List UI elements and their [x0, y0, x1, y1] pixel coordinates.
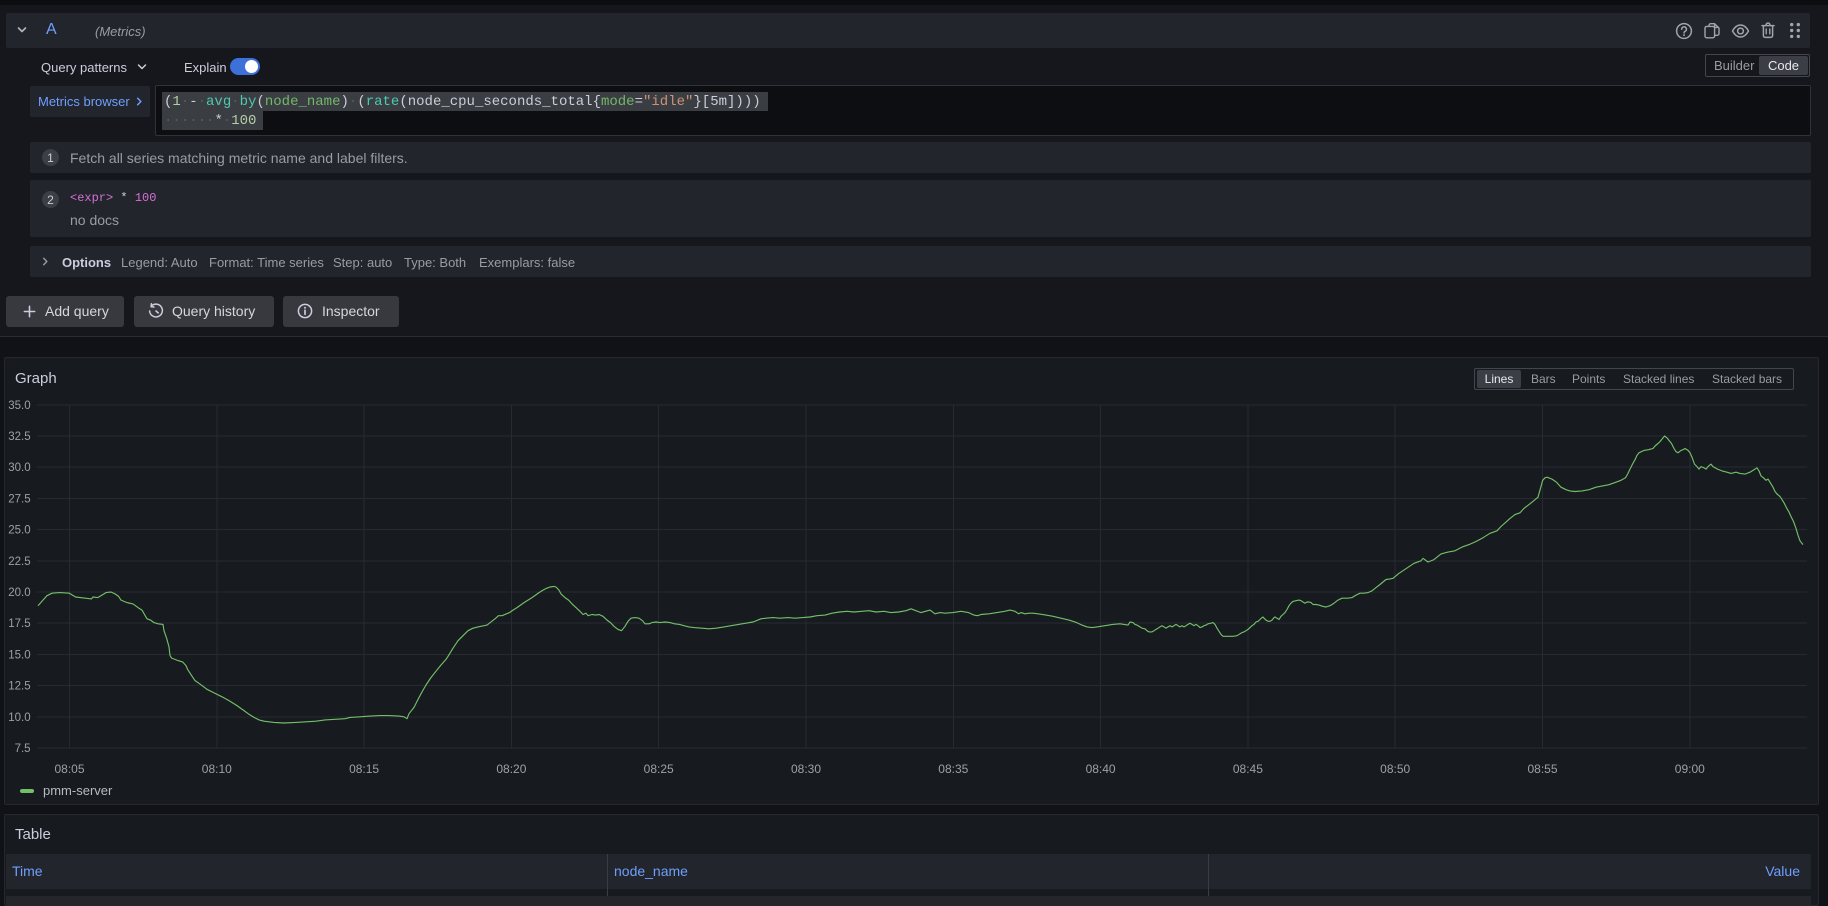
svg-text:08:20: 08:20 — [496, 762, 526, 776]
svg-text:10.0: 10.0 — [8, 712, 30, 724]
svg-text:09:00: 09:00 — [1675, 762, 1705, 776]
svg-text:35.0: 35.0 — [8, 400, 30, 412]
svg-text:22.5: 22.5 — [8, 556, 30, 568]
svg-text:12.5: 12.5 — [8, 681, 30, 693]
svg-text:08:50: 08:50 — [1380, 762, 1410, 776]
svg-text:32.5: 32.5 — [8, 431, 30, 443]
svg-text:08:35: 08:35 — [938, 762, 968, 776]
svg-text:08:10: 08:10 — [202, 762, 232, 776]
svg-text:08:40: 08:40 — [1086, 762, 1116, 776]
svg-text:08:45: 08:45 — [1233, 762, 1263, 776]
svg-text:08:05: 08:05 — [54, 762, 84, 776]
svg-text:15.0: 15.0 — [8, 649, 30, 661]
svg-text:08:25: 08:25 — [644, 762, 674, 776]
svg-text:27.5: 27.5 — [8, 493, 30, 505]
svg-text:20.0: 20.0 — [8, 587, 30, 599]
svg-text:30.0: 30.0 — [8, 462, 30, 474]
svg-text:25.0: 25.0 — [8, 525, 30, 537]
svg-text:7.5: 7.5 — [15, 743, 31, 755]
svg-text:08:55: 08:55 — [1527, 762, 1557, 776]
svg-text:08:15: 08:15 — [349, 762, 379, 776]
svg-text:08:30: 08:30 — [791, 762, 821, 776]
svg-text:17.5: 17.5 — [8, 618, 30, 630]
